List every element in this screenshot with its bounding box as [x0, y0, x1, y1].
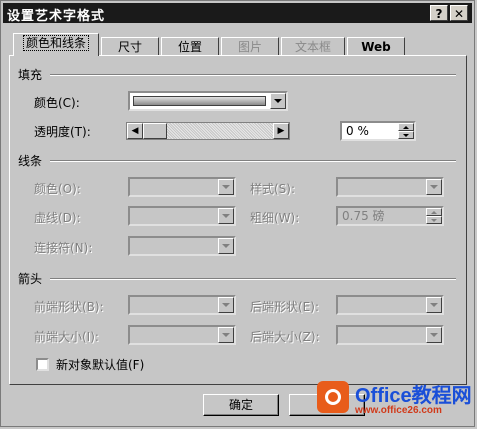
spin-down-icon	[398, 131, 414, 139]
tab-web[interactable]: Web	[347, 37, 405, 55]
fill-color-swatch	[133, 96, 266, 106]
tab-size[interactable]: 尺寸	[101, 37, 159, 55]
line-section-title: 线条	[18, 154, 43, 168]
weight-value: 0.75 磅	[342, 209, 385, 223]
tab-panel: 填充 颜色(C): 透明度(T): ◀ ▶ 0 % 线条 颜色(O): 样式(S…	[9, 55, 467, 385]
spinner-buttons[interactable]	[398, 123, 414, 139]
watermark-brand: Office教程网	[355, 385, 472, 407]
line-style-label: 样式(S):	[250, 182, 296, 196]
watermark-url: www.office26.com	[355, 405, 442, 416]
end-style-select[interactable]	[336, 295, 444, 315]
title-bar: 设置艺术字格式 ? ✕	[3, 3, 472, 24]
chevron-down-icon	[426, 179, 442, 195]
end-size-select[interactable]	[336, 325, 444, 345]
begin-style-select[interactable]	[128, 295, 236, 315]
chevron-down-icon	[426, 297, 442, 313]
dash-select[interactable]	[128, 206, 236, 226]
tab-colors-lines[interactable]: 颜色和线条	[13, 33, 99, 56]
slider-right-icon[interactable]: ▶	[273, 123, 289, 139]
line-divider	[50, 160, 456, 162]
office-logo-icon	[317, 381, 349, 413]
weight-spinner[interactable]: 0.75 磅	[336, 206, 444, 226]
line-color-label: 颜色(O):	[34, 182, 81, 196]
chevron-down-icon	[218, 327, 234, 343]
begin-size-select[interactable]	[128, 325, 236, 345]
chevron-down-icon	[218, 179, 234, 195]
dialog-title: 设置艺术字格式	[7, 9, 106, 24]
chevron-down-icon	[218, 238, 234, 254]
default-checkbox-label: 新对象默认值(F)	[56, 358, 145, 372]
dash-label: 虚线(D):	[34, 211, 81, 225]
fill-color-select[interactable]	[128, 91, 288, 111]
fill-color-label: 颜色(C):	[34, 96, 80, 110]
weight-label: 粗细(W):	[250, 211, 300, 225]
transparency-spinner[interactable]: 0 %	[340, 121, 416, 141]
tab-picture[interactable]: 图片	[221, 37, 279, 55]
chevron-down-icon	[218, 208, 234, 224]
default-checkbox[interactable]	[36, 358, 49, 371]
chevron-down-icon	[270, 93, 286, 109]
chevron-down-icon	[218, 297, 234, 313]
slider-left-icon[interactable]: ◀	[127, 123, 143, 139]
spinner-buttons[interactable]	[426, 208, 442, 224]
spin-down-icon	[426, 216, 442, 224]
fill-section-title: 填充	[18, 68, 43, 82]
transparency-slider[interactable]: ◀ ▶	[126, 122, 290, 140]
connector-label: 连接符(N):	[34, 241, 93, 255]
tab-position[interactable]: 位置	[161, 37, 219, 55]
transparency-value: 0 %	[346, 124, 369, 138]
watermark: Office教程网 www.office26.com	[313, 375, 473, 425]
connector-select[interactable]	[128, 236, 236, 256]
spin-up-icon	[398, 123, 414, 131]
line-color-select[interactable]	[128, 177, 236, 197]
transparency-label: 透明度(T):	[34, 125, 91, 139]
line-style-select[interactable]	[336, 177, 444, 197]
begin-style-label: 前端形状(B):	[34, 300, 104, 314]
arrows-divider	[50, 278, 456, 280]
chevron-down-icon	[426, 327, 442, 343]
help-button[interactable]: ?	[430, 5, 448, 21]
ok-button[interactable]: 确定	[203, 394, 279, 416]
arrows-section-title: 箭头	[18, 272, 43, 286]
end-size-label: 后端大小(Z):	[250, 330, 320, 344]
slider-thumb[interactable]	[143, 123, 167, 139]
tab-textbox[interactable]: 文本框	[281, 37, 345, 55]
spin-up-icon	[426, 208, 442, 216]
close-button[interactable]: ✕	[450, 5, 468, 21]
dialog-window: 设置艺术字格式 ? ✕ 颜色和线条 尺寸 位置 图片 文本框 Web 填充 颜色…	[0, 0, 475, 427]
begin-size-label: 前端大小(I):	[34, 330, 99, 344]
end-style-label: 后端形状(E):	[250, 300, 319, 314]
fill-divider	[50, 74, 456, 76]
